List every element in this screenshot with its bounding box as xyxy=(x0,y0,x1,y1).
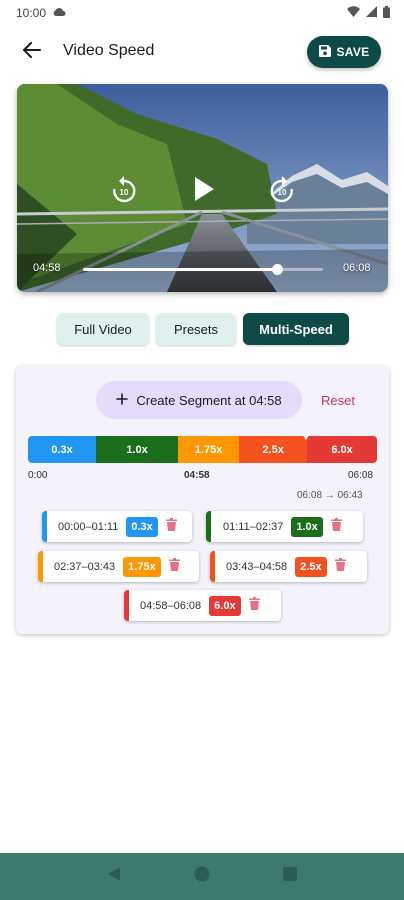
duration-change-label: 06:08 → 06:43 xyxy=(297,490,363,501)
segment-color-stripe xyxy=(210,551,215,582)
speed-bar-segment: 0.3x xyxy=(28,436,97,463)
segment-chip[interactable]: 00:00–01:11 0.3x xyxy=(42,511,192,542)
forward-10-icon[interactable]: 10 xyxy=(269,176,295,204)
timeline-start-label: 0:00 xyxy=(28,470,48,481)
speed-bar-segment: 1.0x xyxy=(96,436,179,463)
speed-bar-segment: 1.75x xyxy=(178,436,240,463)
segment-range: 04:58–06:08 xyxy=(140,599,202,612)
segment-speed-badge: 0.3x xyxy=(126,516,158,537)
segment-speed-badge: 6.0x xyxy=(209,595,241,616)
speed-timeline-bar: 0.3x 1.0x 1.75x 2.5x 6.0x xyxy=(28,436,377,463)
seek-progress xyxy=(83,268,278,271)
segment-speed-badge: 1.75x xyxy=(123,556,161,577)
page-title: Video Speed xyxy=(63,42,155,59)
create-segment-label: Create Segment at 04:58 xyxy=(136,392,282,408)
back-triangle-icon[interactable] xyxy=(107,866,121,887)
create-segment-button[interactable]: Create Segment at 04:58 xyxy=(96,381,302,419)
system-nav-bar xyxy=(0,853,404,900)
arrow-left-icon xyxy=(23,41,41,63)
trash-icon xyxy=(334,557,346,576)
segment-range: 01:11–02:37 xyxy=(223,520,284,533)
plus-icon xyxy=(116,392,129,408)
tab-presets[interactable]: Presets xyxy=(156,313,236,345)
segment-range: 03:43–04:58 xyxy=(226,560,288,573)
segment-speed-badge: 2.5x xyxy=(295,556,327,577)
battery-icon xyxy=(383,5,390,21)
status-time: 10:00 xyxy=(16,6,47,20)
timeline-marker-label: 04:58 xyxy=(184,470,210,481)
home-circle-icon[interactable] xyxy=(194,866,210,887)
trash-icon xyxy=(330,517,342,536)
mode-tabs: Full Video Presets Multi-Speed xyxy=(0,313,404,345)
recents-square-icon[interactable] xyxy=(283,867,298,886)
segment-range: 00:00–01:11 xyxy=(58,520,119,533)
total-duration: 06:08 xyxy=(343,262,371,274)
delete-segment-button[interactable] xyxy=(168,557,180,576)
trash-icon xyxy=(168,557,180,576)
svg-text:10: 10 xyxy=(120,188,129,197)
back-button[interactable] xyxy=(20,40,44,64)
segment-color-stripe xyxy=(42,511,47,542)
play-icon[interactable] xyxy=(193,176,215,202)
video-player[interactable]: 10 10 04:58 06:08 xyxy=(17,84,388,292)
segment-chip[interactable]: 02:37–03:43 1.75x xyxy=(38,551,199,582)
svg-text:10: 10 xyxy=(278,188,287,197)
delete-segment-button[interactable] xyxy=(334,557,346,576)
segment-speed-badge: 1.0x xyxy=(291,516,323,537)
segment-chip[interactable]: 04:58–06:08 6.0x xyxy=(124,590,281,621)
timeline-end-label: 06:08 xyxy=(348,470,374,481)
save-label: SAVE xyxy=(336,45,370,59)
tab-multi-speed[interactable]: Multi-Speed xyxy=(243,313,349,345)
segment-color-stripe xyxy=(38,551,43,582)
delete-segment-button[interactable] xyxy=(330,517,342,536)
status-bar: 10:00 xyxy=(0,0,404,26)
tab-full-video[interactable]: Full Video xyxy=(57,313,149,345)
multi-speed-panel: Create Segment at 04:58 Reset 0.3x 1.0x 1.… xyxy=(16,366,389,634)
delete-segment-button[interactable] xyxy=(248,596,260,615)
trash-icon xyxy=(248,596,260,615)
segment-chip[interactable]: 01:11–02:37 1.0x xyxy=(206,511,363,542)
segment-chip[interactable]: 03:43–04:58 2.5x xyxy=(210,551,367,582)
speed-bar-segment: 6.0x xyxy=(307,436,377,463)
signal-icon xyxy=(366,6,377,20)
segment-color-stripe xyxy=(206,511,211,542)
trash-icon xyxy=(165,517,177,536)
floppy-disk-icon xyxy=(318,44,331,60)
seek-bar[interactable] xyxy=(83,264,323,275)
save-button[interactable]: SAVE xyxy=(307,36,381,68)
app-bar: Video Speed SAVE xyxy=(0,32,404,72)
wifi-icon xyxy=(347,6,360,20)
delete-segment-button[interactable] xyxy=(165,517,177,536)
segment-color-stripe xyxy=(124,590,129,621)
reset-button[interactable]: Reset xyxy=(321,393,355,408)
playhead-marker xyxy=(302,434,310,440)
cloud-icon xyxy=(52,6,66,20)
speed-bar-segment: 2.5x xyxy=(239,436,308,463)
segment-range: 02:37–03:43 xyxy=(54,560,116,573)
current-time: 04:58 xyxy=(33,262,61,274)
rewind-10-icon[interactable]: 10 xyxy=(111,176,137,204)
